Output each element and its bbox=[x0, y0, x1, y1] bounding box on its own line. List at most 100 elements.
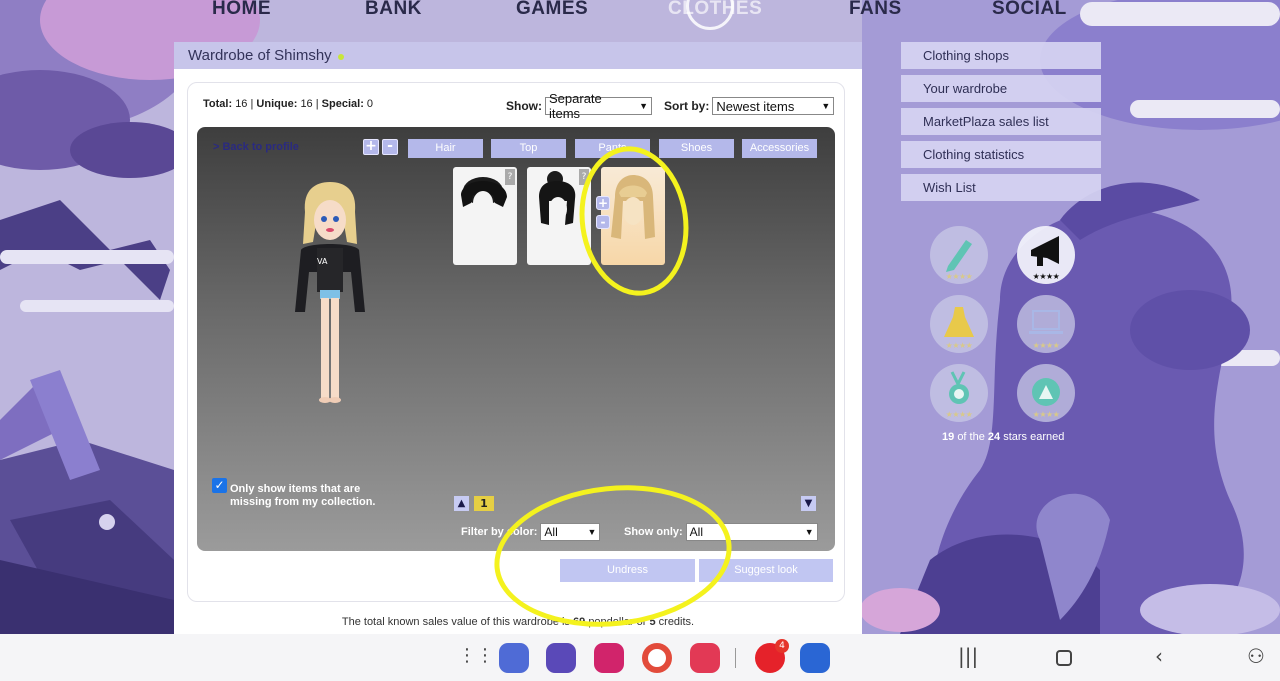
camera-app-icon[interactable] bbox=[690, 643, 720, 673]
chevron-down-icon: ▼ bbox=[587, 527, 597, 537]
medal-badge[interactable]: ★★★★ bbox=[930, 364, 988, 422]
unique-label: Unique: bbox=[256, 98, 298, 110]
footer-credits-value: 5 bbox=[649, 616, 656, 628]
badge-stars: ★★★★ bbox=[1032, 341, 1060, 350]
tab-shoes[interactable]: Shoes bbox=[659, 139, 734, 158]
wardrobe-box: Total: 16 | Unique: 16 | Special: 0 Show… bbox=[187, 82, 845, 602]
suggest-look-button[interactable]: Suggest look bbox=[699, 559, 833, 582]
badge-stars: ★★★★ bbox=[1032, 410, 1060, 419]
sidebar-item-clothing-statistics[interactable]: Clothing statistics bbox=[901, 141, 1101, 168]
panel-header: Wardrobe of Shimshy bbox=[174, 42, 862, 69]
footer-text-1: The total known sales value of this ward… bbox=[341, 616, 570, 628]
sidebar-item-your-wardrobe[interactable]: Your wardrobe bbox=[901, 75, 1101, 102]
megaphone-badge[interactable]: ★★★★ bbox=[1017, 226, 1075, 284]
doll-avatar: VA bbox=[295, 182, 365, 403]
opera-notification-badge: 4 bbox=[775, 639, 789, 653]
dress-badge[interactable]: ★★★★ bbox=[930, 295, 988, 353]
show-select-value: Separate items bbox=[549, 91, 602, 121]
ip-app-icon[interactable] bbox=[800, 643, 830, 673]
flower-app-icon[interactable] bbox=[594, 643, 624, 673]
clothes-sidebar-menu: Clothing shops Your wardrobe MarketPlaza… bbox=[901, 42, 1101, 207]
special-value: 0 bbox=[366, 98, 374, 110]
recent-apps-icon[interactable]: ||| bbox=[958, 646, 978, 666]
stars-earned-value: 19 bbox=[942, 431, 955, 443]
total-value: 16 bbox=[235, 98, 248, 110]
dressing-area: > Back to profile + - Hair Top Pants Sho… bbox=[197, 127, 835, 551]
tab-pants[interactable]: Pants bbox=[575, 139, 650, 158]
add-item-button[interactable]: + bbox=[596, 196, 610, 210]
calculator-app-icon[interactable] bbox=[546, 643, 576, 673]
show-only-label: Show only: bbox=[624, 526, 683, 538]
accessibility-icon[interactable]: ⚇ bbox=[1247, 646, 1265, 666]
sidebar-item-marketplaza[interactable]: MarketPlaza sales list bbox=[901, 108, 1101, 135]
online-status-dot bbox=[337, 54, 344, 60]
tab-hair[interactable]: Hair bbox=[408, 139, 483, 158]
filter-color-value: All bbox=[544, 525, 558, 539]
nav-bank[interactable]: BANK bbox=[365, 0, 422, 20]
page-down-icon[interactable]: ▼ bbox=[801, 496, 816, 511]
pencil-badge[interactable]: ★★★★ bbox=[930, 226, 988, 284]
zoom-in-button[interactable]: + bbox=[363, 139, 379, 155]
total-label: Total: bbox=[203, 98, 233, 110]
show-select[interactable]: Separate items ▼ bbox=[545, 91, 652, 121]
sidebar-item-clothing-shops[interactable]: Clothing shops bbox=[901, 42, 1101, 69]
filter-color-label: Filter by color: bbox=[461, 526, 538, 538]
laptop-badge[interactable]: ★★★★ bbox=[1017, 295, 1075, 353]
undress-button[interactable]: Undress bbox=[560, 559, 695, 582]
sort-select[interactable]: Newest items ▼ bbox=[712, 97, 835, 115]
chevron-down-icon: ▼ bbox=[639, 101, 648, 111]
badge-stars: ★★★★ bbox=[1032, 272, 1060, 281]
nav-games[interactable]: GAMES bbox=[516, 0, 588, 20]
stars-earned-text: 19 of the 24 stars earned bbox=[942, 431, 1064, 443]
hair-item-image bbox=[611, 175, 655, 239]
page-up-icon[interactable]: ▲ bbox=[454, 496, 469, 511]
show-control: Show: Separate items ▼ bbox=[506, 91, 652, 121]
item-card-black-hair-1[interactable]: ? bbox=[453, 167, 517, 265]
question-mark-icon[interactable]: ? bbox=[579, 169, 589, 185]
item-card-black-hair-2[interactable]: ? bbox=[527, 167, 591, 265]
stars-of-label: of the bbox=[957, 431, 985, 443]
sort-select-value: Newest items bbox=[716, 98, 795, 114]
tab-accessories[interactable]: Accessories bbox=[742, 139, 817, 158]
missing-items-checkbox-row: ✓ Only show items that are missing from … bbox=[212, 478, 400, 509]
badge-stars: ★★★★ bbox=[945, 410, 973, 419]
sidebar-item-wish-list[interactable]: Wish List bbox=[901, 174, 1101, 201]
zoom-out-button[interactable]: - bbox=[382, 139, 398, 155]
special-label: Special: bbox=[321, 98, 364, 110]
chevron-down-icon: ▼ bbox=[821, 101, 831, 111]
show-only-value: All bbox=[689, 525, 704, 539]
remove-item-button[interactable]: - bbox=[596, 215, 610, 229]
compass-badge[interactable]: ★★★★ bbox=[1017, 364, 1075, 422]
show-label: Show: bbox=[506, 99, 542, 113]
footer-text-2: popdollar or bbox=[588, 616, 647, 628]
current-page[interactable]: 1 bbox=[474, 496, 494, 511]
nav-social[interactable]: SOCIAL bbox=[992, 0, 1067, 20]
missing-items-checkbox[interactable]: ✓ bbox=[212, 478, 227, 493]
home-icon[interactable] bbox=[1056, 650, 1072, 666]
hippo-app-icon[interactable] bbox=[499, 643, 529, 673]
show-only-select[interactable]: All ▼ bbox=[685, 523, 818, 541]
tab-top[interactable]: Top bbox=[491, 139, 566, 158]
back-icon[interactable]: ‹ bbox=[1155, 646, 1163, 666]
filter-color-select[interactable]: All ▼ bbox=[540, 523, 601, 541]
back-to-profile-link[interactable]: > Back to profile bbox=[213, 141, 299, 153]
wardrobe-stats: Total: 16 | Unique: 16 | Special: 0 bbox=[203, 98, 373, 110]
top-navigation: HOME BANK GAMES CLOTHES FANS SOCIAL bbox=[0, 0, 1280, 30]
unique-value: 16 bbox=[300, 98, 313, 110]
stats-separator: | bbox=[315, 98, 319, 110]
item-card-blonde-hair[interactable] bbox=[601, 167, 665, 265]
wardrobe-panel: Wardrobe of Shimshy Total: 16 | Unique: … bbox=[174, 42, 862, 634]
footer-text-3: credits. bbox=[658, 616, 695, 628]
stars-total-value: 24 bbox=[987, 431, 1001, 443]
sort-label: Sort by: bbox=[664, 99, 710, 113]
stats-separator: | bbox=[250, 98, 254, 110]
footer-popdollar-value: 69 bbox=[573, 616, 586, 628]
chrome-icon[interactable] bbox=[642, 643, 672, 673]
badge-stars: ★★★★ bbox=[945, 341, 973, 350]
question-mark-icon[interactable]: ? bbox=[505, 169, 515, 185]
taskbar-divider bbox=[735, 648, 736, 668]
nav-fans[interactable]: FANS bbox=[849, 0, 902, 20]
nav-home[interactable]: HOME bbox=[212, 0, 271, 20]
nav-clothes[interactable]: CLOTHES bbox=[668, 0, 762, 20]
missing-items-label[interactable]: Only show items that are missing from my… bbox=[230, 483, 400, 509]
